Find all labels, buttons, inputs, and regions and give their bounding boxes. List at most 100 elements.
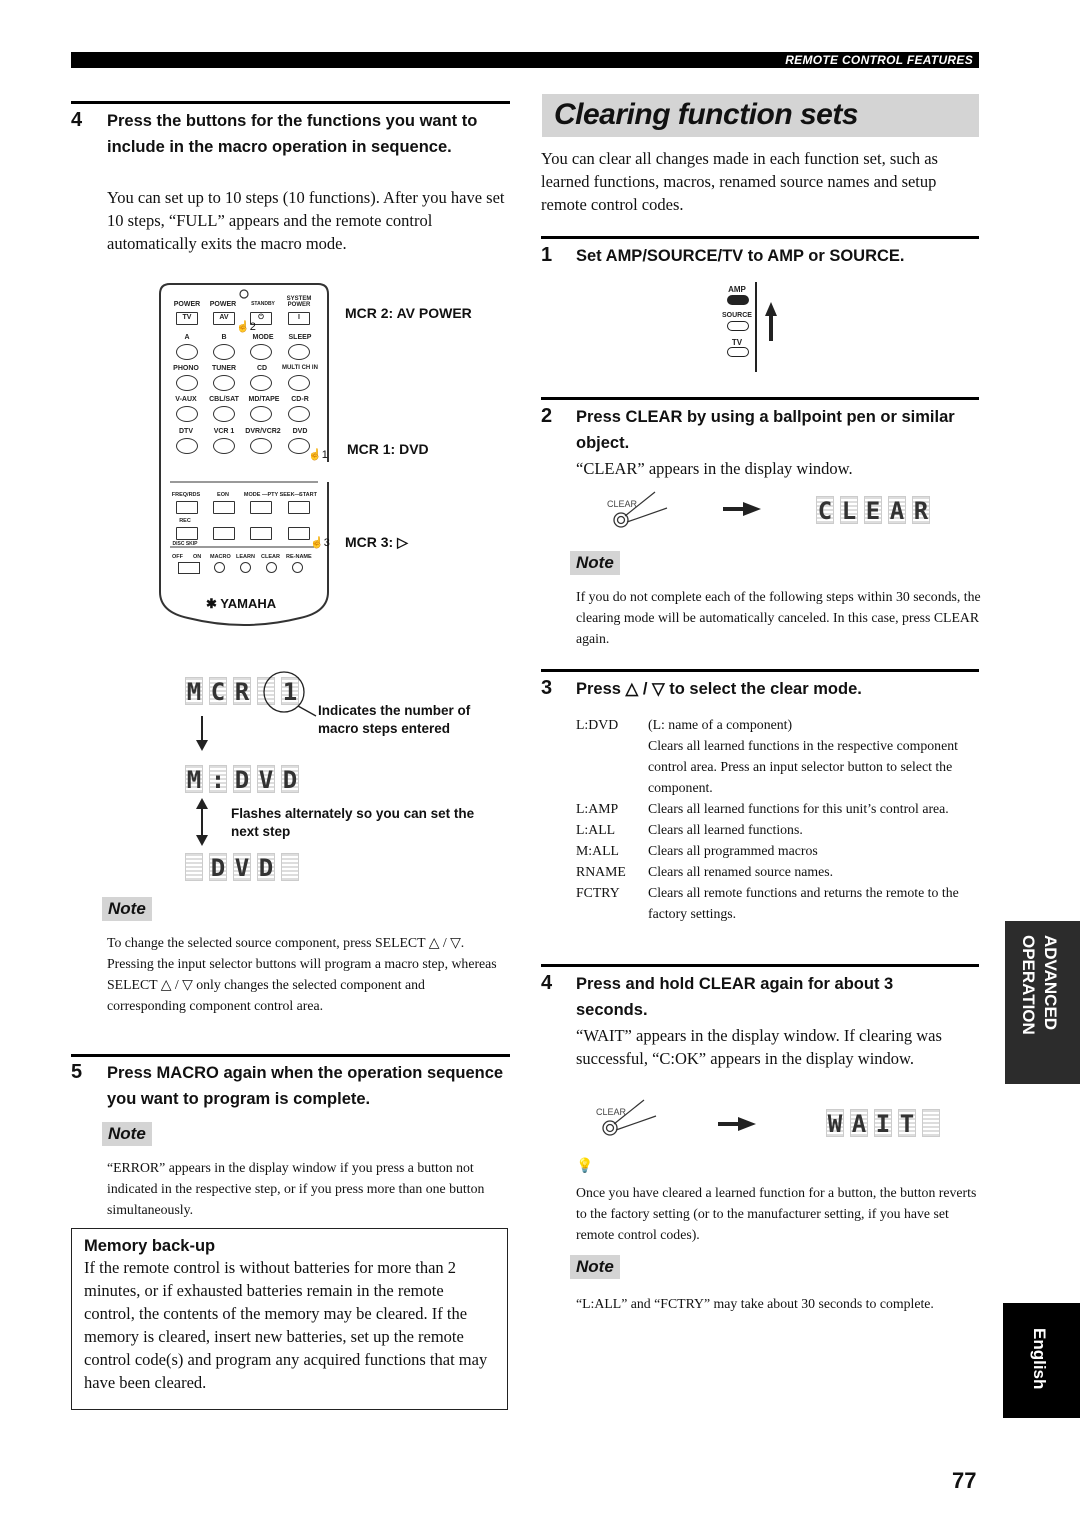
step-body: You can set up to 10 steps (10 functions…	[107, 188, 505, 253]
remote-label: POWER	[209, 301, 237, 308]
remote-label: SLEEP	[288, 334, 312, 341]
amp-source-slide-switch[interactable]	[178, 562, 200, 574]
mode-button[interactable]	[250, 344, 272, 360]
tv-power-button[interactable]: TV	[176, 312, 198, 325]
learn-button[interactable]	[240, 562, 251, 573]
remote-label: DTV	[179, 428, 193, 435]
step-title: Press △ / ▽ to select the clear mode.	[576, 680, 862, 698]
skip-forward-button[interactable]	[213, 501, 235, 514]
clear-button[interactable]	[266, 562, 277, 573]
remote-label: B	[221, 334, 227, 341]
clear-mode-row: M:ALL Clears all programmed macros	[576, 840, 981, 861]
hand-pointer-icon: ☝3	[310, 537, 330, 549]
cd-r-button[interactable]	[288, 406, 310, 422]
next-button[interactable]	[288, 501, 310, 514]
remote-label: VCR 1	[213, 428, 235, 435]
step-title: Set AMP/SOURCE/TV to AMP or SOURCE.	[576, 247, 905, 265]
remote-label: FREQ/RDS	[171, 492, 201, 498]
chapter-tab-line: ADVANCED	[1041, 935, 1060, 1031]
dvd-button[interactable]	[288, 438, 310, 454]
chapter-tab[interactable]: ADVANCED OPERATION	[1005, 921, 1080, 1084]
lcd-char: M	[185, 765, 203, 794]
b-button[interactable]	[213, 344, 235, 360]
step-marker: 3	[323, 537, 330, 549]
annotation-macro-steps: Indicates the number of macro steps ente…	[318, 703, 471, 736]
language-tab[interactable]: English	[1003, 1303, 1080, 1418]
lcd-char: D	[233, 765, 251, 794]
remote-label: LEARN	[236, 554, 255, 560]
double-arrow-icon	[196, 798, 208, 846]
lcd-char: V	[257, 765, 275, 794]
step-number: 4	[541, 972, 553, 994]
step-number: 4	[71, 109, 83, 131]
mode-key: L:DVD	[576, 717, 619, 732]
tuner-button[interactable]	[213, 375, 235, 391]
remote-label: OFF	[172, 554, 183, 560]
av-power-button[interactable]: AV	[213, 312, 235, 325]
clear-button-press-illustration: CLEAR	[594, 1098, 664, 1138]
sleep-button[interactable]	[288, 344, 310, 360]
remote-label: RE-NAME	[286, 554, 312, 560]
annotation-flashes: Flashes alternately so you can set the n…	[231, 806, 475, 839]
remote-label: EON	[217, 492, 229, 498]
lcd-char: A	[850, 1109, 868, 1138]
remote-label: MD/TAPE	[248, 396, 280, 403]
system-power-button[interactable]: I	[288, 312, 310, 325]
switch-label: SOURCE	[722, 312, 752, 319]
remote-label: START	[299, 492, 317, 498]
rec-button[interactable]	[176, 527, 198, 540]
note-text: If you do not complete each of the follo…	[576, 589, 981, 646]
callout-mcr3: MCR 3: ▷	[345, 534, 408, 550]
md-tape-button[interactable]	[250, 406, 272, 422]
step-marker: 2	[249, 321, 256, 333]
lcd-char: D	[281, 765, 299, 794]
switch-label: AMP	[728, 285, 746, 294]
lcd-char: I	[874, 1109, 892, 1138]
lcd-char: R	[233, 677, 251, 706]
lcd-char	[281, 853, 299, 881]
right-arrow-icon	[718, 1117, 756, 1131]
skip-back-button[interactable]	[176, 501, 198, 514]
clear-mode-row: L:ALL Clears all learned functions.	[576, 819, 981, 840]
lcd-char: :	[209, 765, 227, 794]
memory-backup-box: Memory back-up If the remote control is …	[71, 1228, 508, 1410]
cd-button[interactable]	[250, 375, 272, 391]
step-divider	[541, 236, 979, 239]
vcr1-button[interactable]	[213, 438, 235, 454]
phono-button[interactable]	[176, 375, 198, 391]
clear-button-press-illustration: CLEAR	[605, 490, 675, 530]
memory-backup-text: If the remote control is without batteri…	[84, 1258, 488, 1392]
yamaha-logo: ✱ YAMAHA	[206, 596, 276, 612]
cbl-sat-button[interactable]	[213, 406, 235, 422]
lcd-display-wait: W A I T	[826, 1109, 940, 1138]
pen-pressing-icon	[613, 491, 668, 528]
mode-desc: (L: name of a component)	[648, 717, 793, 732]
clear-mode-row: Clears all learned functions in the resp…	[576, 735, 981, 798]
rename-button[interactable]	[292, 562, 303, 573]
mode-key: M:ALL	[576, 843, 619, 858]
remote-label: CD	[256, 365, 268, 372]
step-number: 3	[541, 677, 553, 699]
a-button[interactable]	[176, 344, 198, 360]
lcd-char: D	[209, 853, 227, 882]
remote-label: REC	[179, 518, 191, 524]
section-header-bar: REMOTE CONTROL FEATURES	[71, 52, 979, 68]
multi-ch-in-button[interactable]	[288, 375, 310, 391]
dvr-vcr2-button[interactable]	[250, 438, 272, 454]
lcd-char	[185, 853, 203, 881]
remote-label: A	[184, 334, 190, 341]
dtv-button[interactable]	[176, 438, 198, 454]
play-button[interactable]	[288, 527, 310, 540]
amp-position-indicator	[727, 295, 749, 305]
pause-button[interactable]	[250, 527, 272, 540]
remote-label: DVD	[292, 428, 308, 435]
step-number: 1	[541, 244, 553, 266]
chapter-tab-line: OPERATION	[1019, 935, 1038, 1035]
macro-button[interactable]	[214, 562, 225, 573]
previous-button[interactable]	[250, 501, 272, 514]
v-aux-button[interactable]	[176, 406, 198, 422]
step-number: 5	[71, 1061, 83, 1083]
mode-desc: Clears all learned functions for this un…	[648, 801, 949, 816]
stop-button[interactable]	[213, 527, 235, 540]
lcd-char: D	[257, 853, 275, 882]
